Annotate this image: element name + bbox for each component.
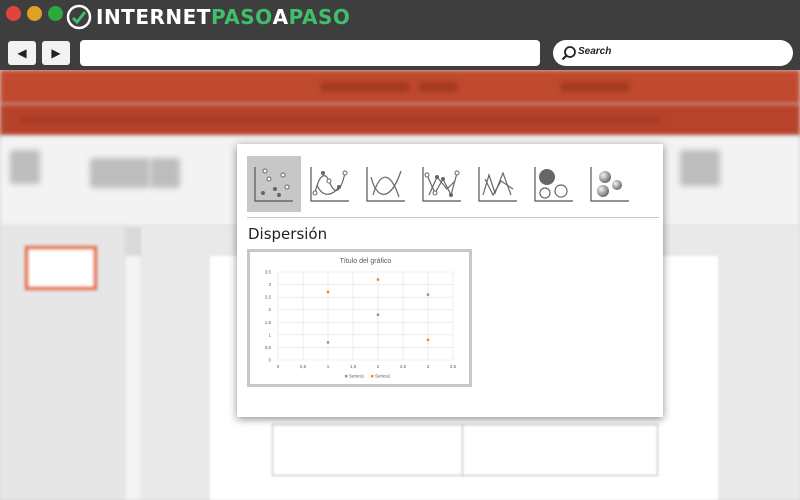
x-tick-label: 2 <box>377 364 380 369</box>
y-tick-label: 1 <box>268 332 271 337</box>
bubble-3d-chart-icon <box>590 167 629 202</box>
address-bar[interactable] <box>80 40 540 66</box>
logo-text-paso-2: PASO <box>288 5 351 29</box>
minimize-window-button[interactable] <box>27 6 42 21</box>
y-tick-label: 2,5 <box>265 295 272 300</box>
maximize-window-button[interactable] <box>48 6 63 21</box>
bubble-3d-type-button[interactable] <box>583 156 637 212</box>
bubble-chart-icon <box>534 167 573 202</box>
forward-arrow-icon: ▶ <box>51 46 61 60</box>
y-tick-label: 3,5 <box>265 270 272 275</box>
scatter-smooth-lines-markers-button[interactable] <box>303 156 357 212</box>
logo-text-a: A <box>272 5 289 29</box>
forward-button[interactable]: ▶ <box>42 41 70 65</box>
logo-text-paso: PASO <box>210 5 273 29</box>
y-tick-label: 0 <box>268 358 271 363</box>
panel-separator <box>247 217 659 218</box>
y-tick-label: 0,5 <box>265 345 272 350</box>
chart-type-panel: Dispersión Título del gráfico 0 0,5 1 1,5 2 2,… <box>237 144 663 417</box>
x-tick-label: 1,5 <box>350 364 357 369</box>
scatter-straight-lines-markers-button[interactable] <box>415 156 469 212</box>
close-window-button[interactable] <box>6 6 21 21</box>
back-arrow-icon: ◀ <box>17 46 27 60</box>
legend-label: Series2 <box>375 374 391 379</box>
x-tick-label: 2,5 <box>400 364 407 369</box>
search-box[interactable]: Search <box>553 40 793 66</box>
x-tick-label: 0 <box>277 364 280 369</box>
legend-marker <box>371 375 374 378</box>
ppt-table <box>272 424 658 476</box>
scatter-smooth-lines-icon <box>366 167 405 202</box>
browser-toolbar: ◀ ▶ Search <box>0 34 800 70</box>
x-tick-label: 0,5 <box>300 364 307 369</box>
data-point <box>426 293 430 296</box>
scatter-smooth-lines-markers-icon <box>310 167 349 202</box>
ppt-slide-thumbnail <box>25 246 97 290</box>
data-point <box>376 313 380 316</box>
x-tick-label: 3,5 <box>450 364 457 369</box>
scatter-type-button[interactable] <box>247 156 301 212</box>
section-title: Dispersión <box>248 225 328 243</box>
data-point <box>326 290 330 294</box>
legend-marker <box>345 375 348 378</box>
x-tick-label: 1 <box>327 364 330 369</box>
site-logo: INTERNET PASO A PASO <box>66 4 350 30</box>
data-point <box>426 338 430 342</box>
scatter-chart-icon <box>254 167 293 202</box>
y-tick-label: 1,5 <box>265 320 272 325</box>
data-point <box>376 278 380 281</box>
ppt-vertical-ruler <box>125 256 141 500</box>
chart-title: Título del gráfico <box>340 258 392 265</box>
logo-icon <box>66 4 92 30</box>
data-point <box>326 341 330 344</box>
scatter-straight-lines-button[interactable] <box>471 156 525 212</box>
x-tick-label: 3 <box>427 364 430 369</box>
legend-label: Series1 <box>349 374 365 379</box>
browser-title-bar: INTERNET PASO A PASO <box>0 0 800 34</box>
bubble-type-button[interactable] <box>527 156 581 212</box>
scatter-straight-lines-icon <box>478 167 517 202</box>
chart-preview[interactable]: Título del gráfico 0 0,5 1 1,5 2 2,5 3 3,5 0 0,5 1 1… <box>247 249 472 387</box>
y-tick-label: 3 <box>268 282 271 287</box>
scatter-straight-lines-markers-icon <box>422 167 461 202</box>
search-icon <box>561 46 576 61</box>
logo-text-internet: INTERNET <box>96 5 211 29</box>
search-label: Search <box>578 46 612 57</box>
scatter-smooth-lines-button[interactable] <box>359 156 413 212</box>
back-button[interactable]: ◀ <box>8 41 36 65</box>
scatter-chart: Título del gráfico 0 0,5 1 1,5 2 2,5 3 3,5 0 0,5 1 1… <box>265 258 457 379</box>
y-tick-label: 2 <box>268 307 271 312</box>
